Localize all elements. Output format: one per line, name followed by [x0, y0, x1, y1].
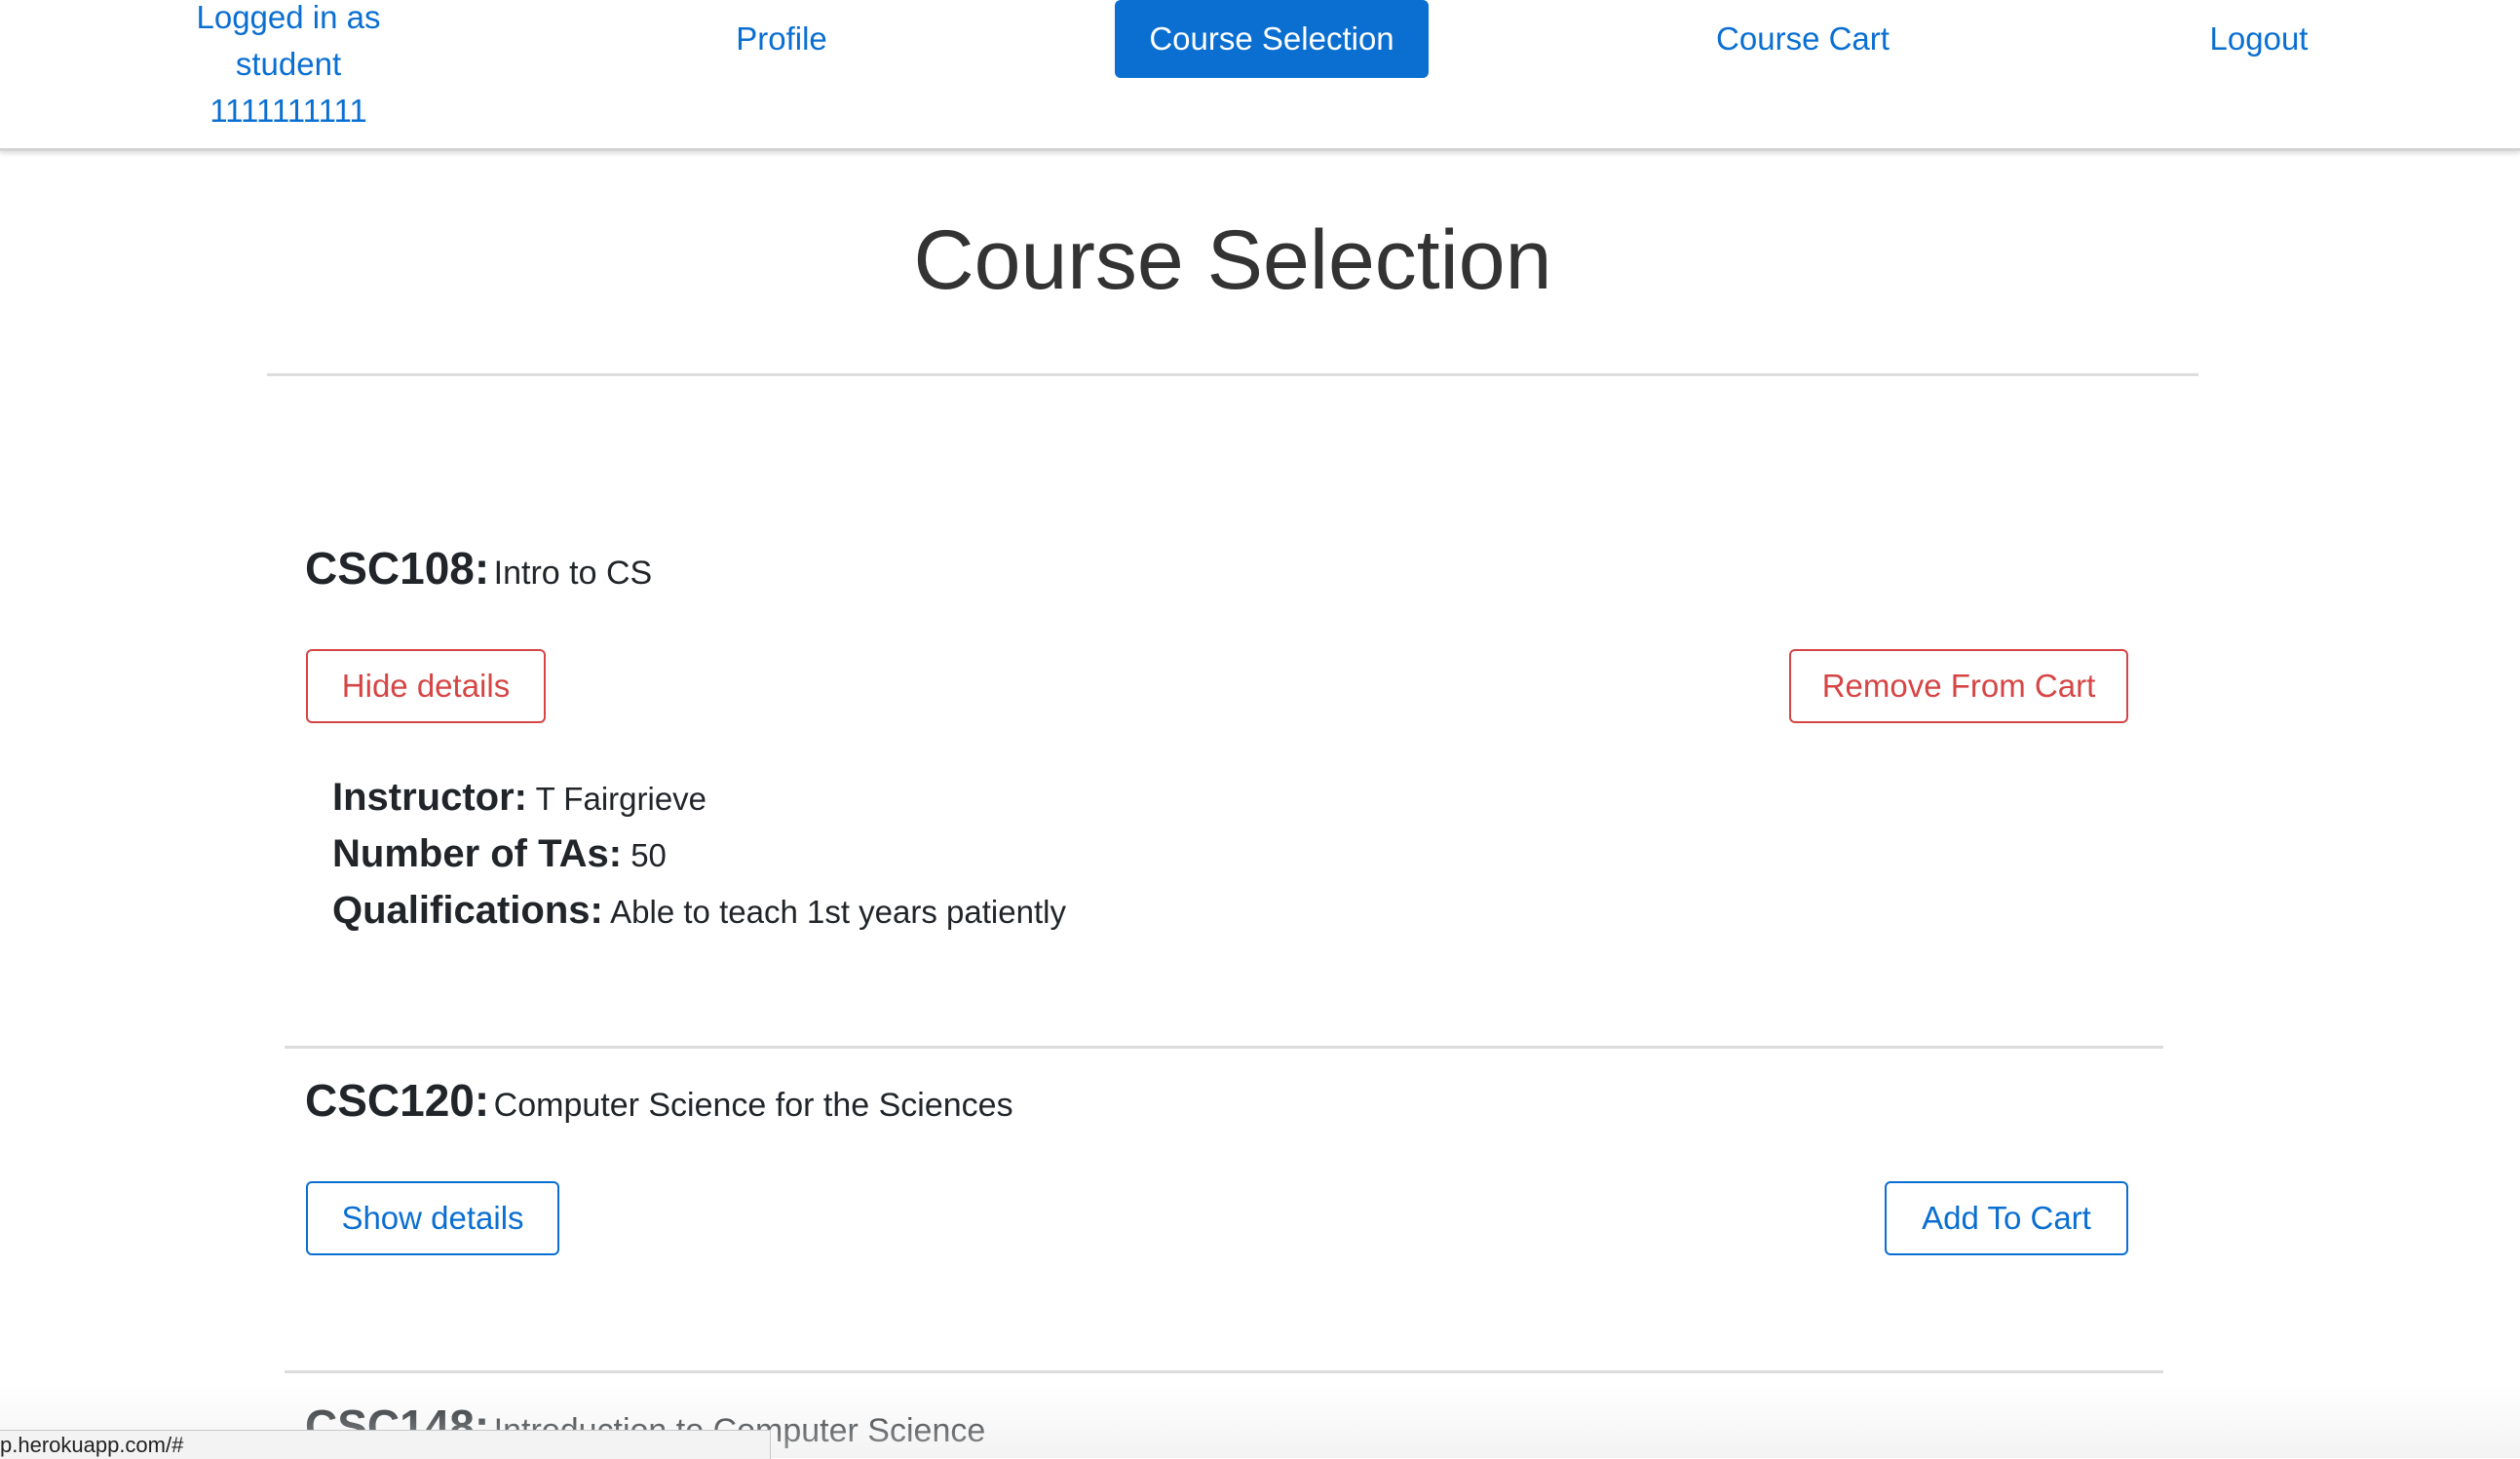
add-to-cart-button[interactable]: Add To Cart	[1885, 1181, 2128, 1255]
course-divider	[285, 1046, 2163, 1049]
instructor-label: Instructor:	[332, 776, 527, 819]
tas-row: Number of TAs: 50	[332, 826, 1066, 883]
status-url: p.herokuapp.com/#	[0, 1433, 184, 1457]
title-divider	[267, 373, 2198, 376]
show-details-button[interactable]: Show details	[306, 1181, 559, 1255]
nav-course-cart-link[interactable]: Course Cart	[1696, 16, 1910, 62]
instructor-row: Instructor: T Fairgrieve	[332, 770, 1066, 826]
course-name: Intro to CS	[493, 555, 653, 592]
course-details: Instructor: T Fairgrieve Number of TAs: …	[332, 770, 1066, 940]
instructor-value: T Fairgrieve	[535, 781, 707, 817]
remove-from-cart-button[interactable]: Remove From Cart	[1789, 649, 2128, 723]
page-title: Course Selection	[913, 213, 1552, 307]
course-code: CSC120:	[305, 1075, 490, 1126]
course-divider	[285, 1370, 2163, 1373]
course-code: CSC108:	[305, 543, 490, 594]
nav-course-selection-link[interactable]: Course Selection	[1115, 0, 1429, 78]
course-name: Computer Science for the Sciences	[493, 1087, 1013, 1124]
nav-logout-link[interactable]: Logout	[2171, 16, 2347, 62]
course-header: CSC108: Intro to CS	[305, 542, 652, 595]
course-header: CSC120: Computer Science for the Science…	[305, 1074, 1013, 1127]
hide-details-button[interactable]: Hide details	[306, 649, 546, 723]
qualifications-label: Qualifications:	[332, 889, 603, 932]
tas-label: Number of TAs:	[332, 832, 623, 875]
qualifications-value: Able to teach 1st years patiently	[610, 894, 1066, 930]
logged-in-label: Logged in as student 1111111111	[196, 0, 381, 129]
qualifications-row: Qualifications: Able to teach 1st years …	[332, 883, 1066, 940]
tas-value: 50	[630, 837, 667, 873]
nav-profile-link[interactable]: Profile	[684, 16, 879, 62]
browser-status-bar: p.herokuapp.com/#	[0, 1430, 771, 1459]
top-navigation: Logged in as student 1111111111 Profile …	[0, 0, 2520, 151]
